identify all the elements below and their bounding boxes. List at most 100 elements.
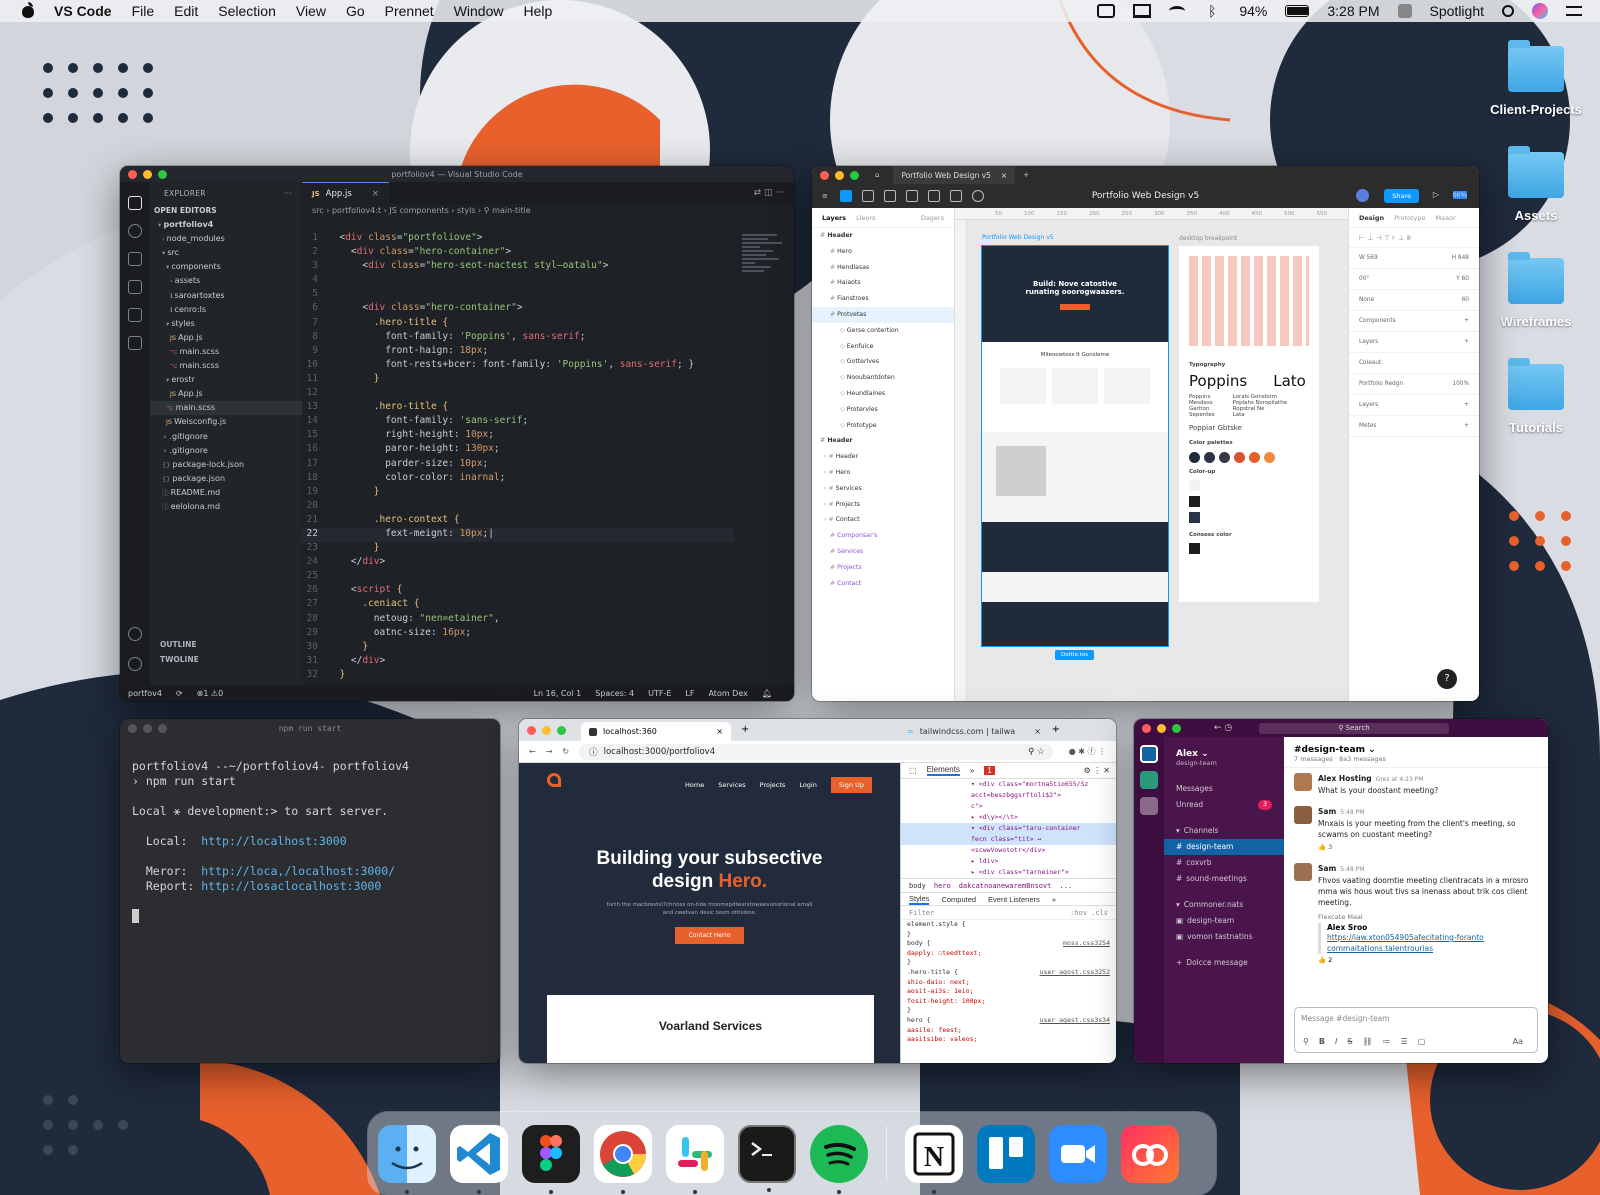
file-tree-item[interactable]: ℹ cenro:ls — [150, 303, 302, 317]
nav-services[interactable]: Services — [718, 781, 745, 789]
close-icon[interactable]: × — [372, 189, 379, 199]
format-toolbar[interactable]: ⚲ B I S ⛓ ≔ ☰ ▢ — [1303, 1037, 1425, 1046]
layer-item[interactable]: ◇ Gotterlves — [812, 354, 954, 370]
css-rule-line[interactable]: aosit-ai3s: 1eio; — [901, 987, 1116, 997]
search-icon[interactable] — [128, 224, 142, 238]
figma-file-tab[interactable]: Portfolio Web Design v5 × — [893, 166, 1016, 184]
css-rule-line[interactable]: } — [901, 958, 1116, 968]
css-rule-line[interactable]: aasitsibe: valeos; — [901, 1035, 1116, 1045]
dom-node[interactable]: ▾ <div class="mortna5tio655/Sz — [901, 779, 1116, 790]
back-icon[interactable]: ← ◷ — [1214, 723, 1232, 733]
layer-item[interactable]: # Header — [812, 228, 954, 244]
file-tree-item[interactable]: {} package-lock.json — [150, 458, 302, 472]
zoom-button[interactable] — [557, 725, 566, 735]
file-tree-item[interactable]: ⌥ main.scss — [150, 345, 302, 359]
avatar[interactable] — [1294, 863, 1312, 881]
bell-icon[interactable]: 🔔︎ — [762, 689, 772, 698]
folder-tutorials[interactable]: Tutorials — [1466, 358, 1600, 435]
dom-node[interactable]: fecn class="tit> ↔ — [901, 834, 1116, 845]
close-button[interactable] — [527, 725, 536, 735]
slack-icon[interactable] — [666, 1124, 724, 1194]
layer-item[interactable]: › # Contact — [812, 512, 954, 528]
file-tree-item[interactable]: ▾ components — [150, 260, 302, 274]
property-row[interactable]: W 569 H 848 — [1349, 248, 1479, 269]
file-tree-item[interactable]: ⓘ README.md — [150, 486, 302, 500]
css-rule-line[interactable]: dapply: ☐teedttext; — [901, 949, 1116, 959]
menu-window[interactable]: Window — [454, 3, 504, 19]
file-tree-item[interactable]: ⚬ .gitignore — [150, 430, 302, 444]
encoding[interactable]: UTF-E — [648, 689, 671, 698]
layer-item[interactable]: ◇ Gerse contertion — [812, 323, 954, 339]
present-icon[interactable]: ▷ — [1433, 190, 1439, 199]
file-tree-item[interactable]: ⌥ main.scss — [150, 401, 302, 416]
commons-header[interactable]: ▾ Commoner.nats — [1164, 897, 1284, 913]
layer-item[interactable]: # Services — [812, 544, 954, 560]
menu-edit[interactable]: Edit — [174, 3, 198, 19]
battery-icon[interactable] — [1285, 5, 1310, 17]
editor-actions[interactable]: ⇄ ◫ ··· — [754, 188, 784, 198]
sync-icon[interactable]: ⟳ — [176, 689, 183, 698]
avatar[interactable] — [1294, 806, 1312, 824]
finder-icon[interactable] — [378, 1124, 436, 1194]
new-message[interactable]: + Dolcce message — [1164, 955, 1284, 971]
layer-item[interactable]: ◇ Nooubantdoten — [812, 370, 954, 386]
notification-center-icon[interactable] — [1566, 6, 1582, 16]
css-rule-line[interactable]: moss.css3254 body { — [901, 939, 1116, 949]
address-bar[interactable]: ⓘ localhost:3000/portfoliov4 ⚲ ☆ — [579, 743, 1053, 760]
problems-count[interactable]: ⊗1 ⚠0 — [197, 689, 224, 698]
open-editors-header[interactable]: OPEN EDITORS — [150, 204, 302, 218]
layer-item[interactable]: # Contact — [812, 576, 954, 592]
forward-icon[interactable]: → — [546, 747, 553, 756]
color-swatch[interactable] — [1204, 452, 1215, 463]
avatar[interactable] — [1356, 189, 1369, 202]
spotify-icon[interactable] — [810, 1124, 868, 1194]
menu-prennet[interactable]: Prennet — [385, 3, 434, 19]
share-button[interactable]: Share — [1384, 189, 1419, 203]
close-icon[interactable]: × — [716, 727, 723, 736]
css-rule-line[interactable]: } — [901, 930, 1116, 940]
color-swatch[interactable] — [1234, 452, 1245, 463]
minimize-button[interactable] — [542, 725, 551, 735]
more-icon[interactable]: ··· — [284, 189, 292, 198]
add-workspace-icon[interactable] — [1140, 797, 1158, 815]
design-frame[interactable]: Build: Nove catostive runating ooorogwaa… — [981, 245, 1169, 647]
rule-source[interactable]: user agest.css3s34 — [1040, 1016, 1110, 1026]
notion-icon[interactable]: N — [905, 1124, 963, 1194]
property-row[interactable]: None 60 — [1349, 290, 1479, 311]
contact-button[interactable]: Contact Herro — [674, 927, 745, 944]
extensions-icon[interactable]: ● ✱ ⓕ ⋮ — [1069, 746, 1106, 757]
file-tree-item[interactable]: ℹ saroartoxtes — [150, 289, 302, 303]
minimize-button[interactable] — [1157, 723, 1166, 733]
testing-icon[interactable] — [128, 336, 142, 350]
dom-node[interactable]: ▸ <div class="tarneiner"> — [901, 867, 1116, 878]
message[interactable]: Alex Hosting Gres at 4:23 PM What is your … — [1284, 768, 1548, 801]
property-row[interactable]: 00° Y 60 — [1349, 269, 1479, 290]
layer-item[interactable]: # Haiaots — [812, 275, 954, 291]
dom-tree[interactable]: ▾ <div class="mortna5tio655/Sz acct=beszb… — [901, 779, 1116, 878]
vscode-icon[interactable] — [450, 1124, 508, 1194]
css-rule-line[interactable]: } — [901, 1006, 1116, 1016]
inspect-icon[interactable]: ⬚ — [909, 766, 917, 775]
file-tree-item[interactable]: JS App.js — [150, 331, 302, 345]
color-swatch[interactable] — [1219, 452, 1230, 463]
terminal-output[interactable]: portfoliov4 --~/portfoliov4- portfoliov4… — [120, 737, 500, 946]
wifi-icon[interactable] — [1169, 6, 1186, 16]
dom-node[interactable]: <scwwVowototr</div> — [901, 845, 1116, 856]
dom-node[interactable]: ▾ <div class="taru-container — [901, 823, 1116, 834]
hov-cls[interactable]: :hov .cls — [1070, 909, 1108, 917]
layer-item[interactable]: # Componsar's — [812, 528, 954, 544]
color-swatch[interactable] — [1189, 452, 1200, 463]
workspace-header[interactable]: Alex ⌄ design-team — [1164, 737, 1284, 773]
menu-app-name[interactable]: VS Code — [54, 3, 112, 19]
layer-item[interactable]: ◇ Prototype — [812, 418, 954, 434]
folder-wireframes[interactable]: Wireframes — [1466, 252, 1600, 329]
file-tree-item[interactable]: ⓘ eelolona.md — [150, 500, 302, 514]
quote-link[interactable]: https://iaw.xton054905afecitating-forant… — [1327, 932, 1538, 954]
signup-button[interactable]: Sign Up — [830, 777, 872, 793]
nav-projects[interactable]: Projects — [760, 781, 786, 789]
css-rule-line[interactable]: aasile: feest; — [901, 1026, 1116, 1036]
creative-cloud-icon[interactable] — [1121, 1124, 1179, 1183]
zoom-icon[interactable] — [1049, 1124, 1107, 1183]
dom-node[interactable]: ▸ ldiv> — [901, 856, 1116, 867]
crumb-node[interactable]: dakcatnoanewaremBnsovt — [959, 882, 1052, 890]
